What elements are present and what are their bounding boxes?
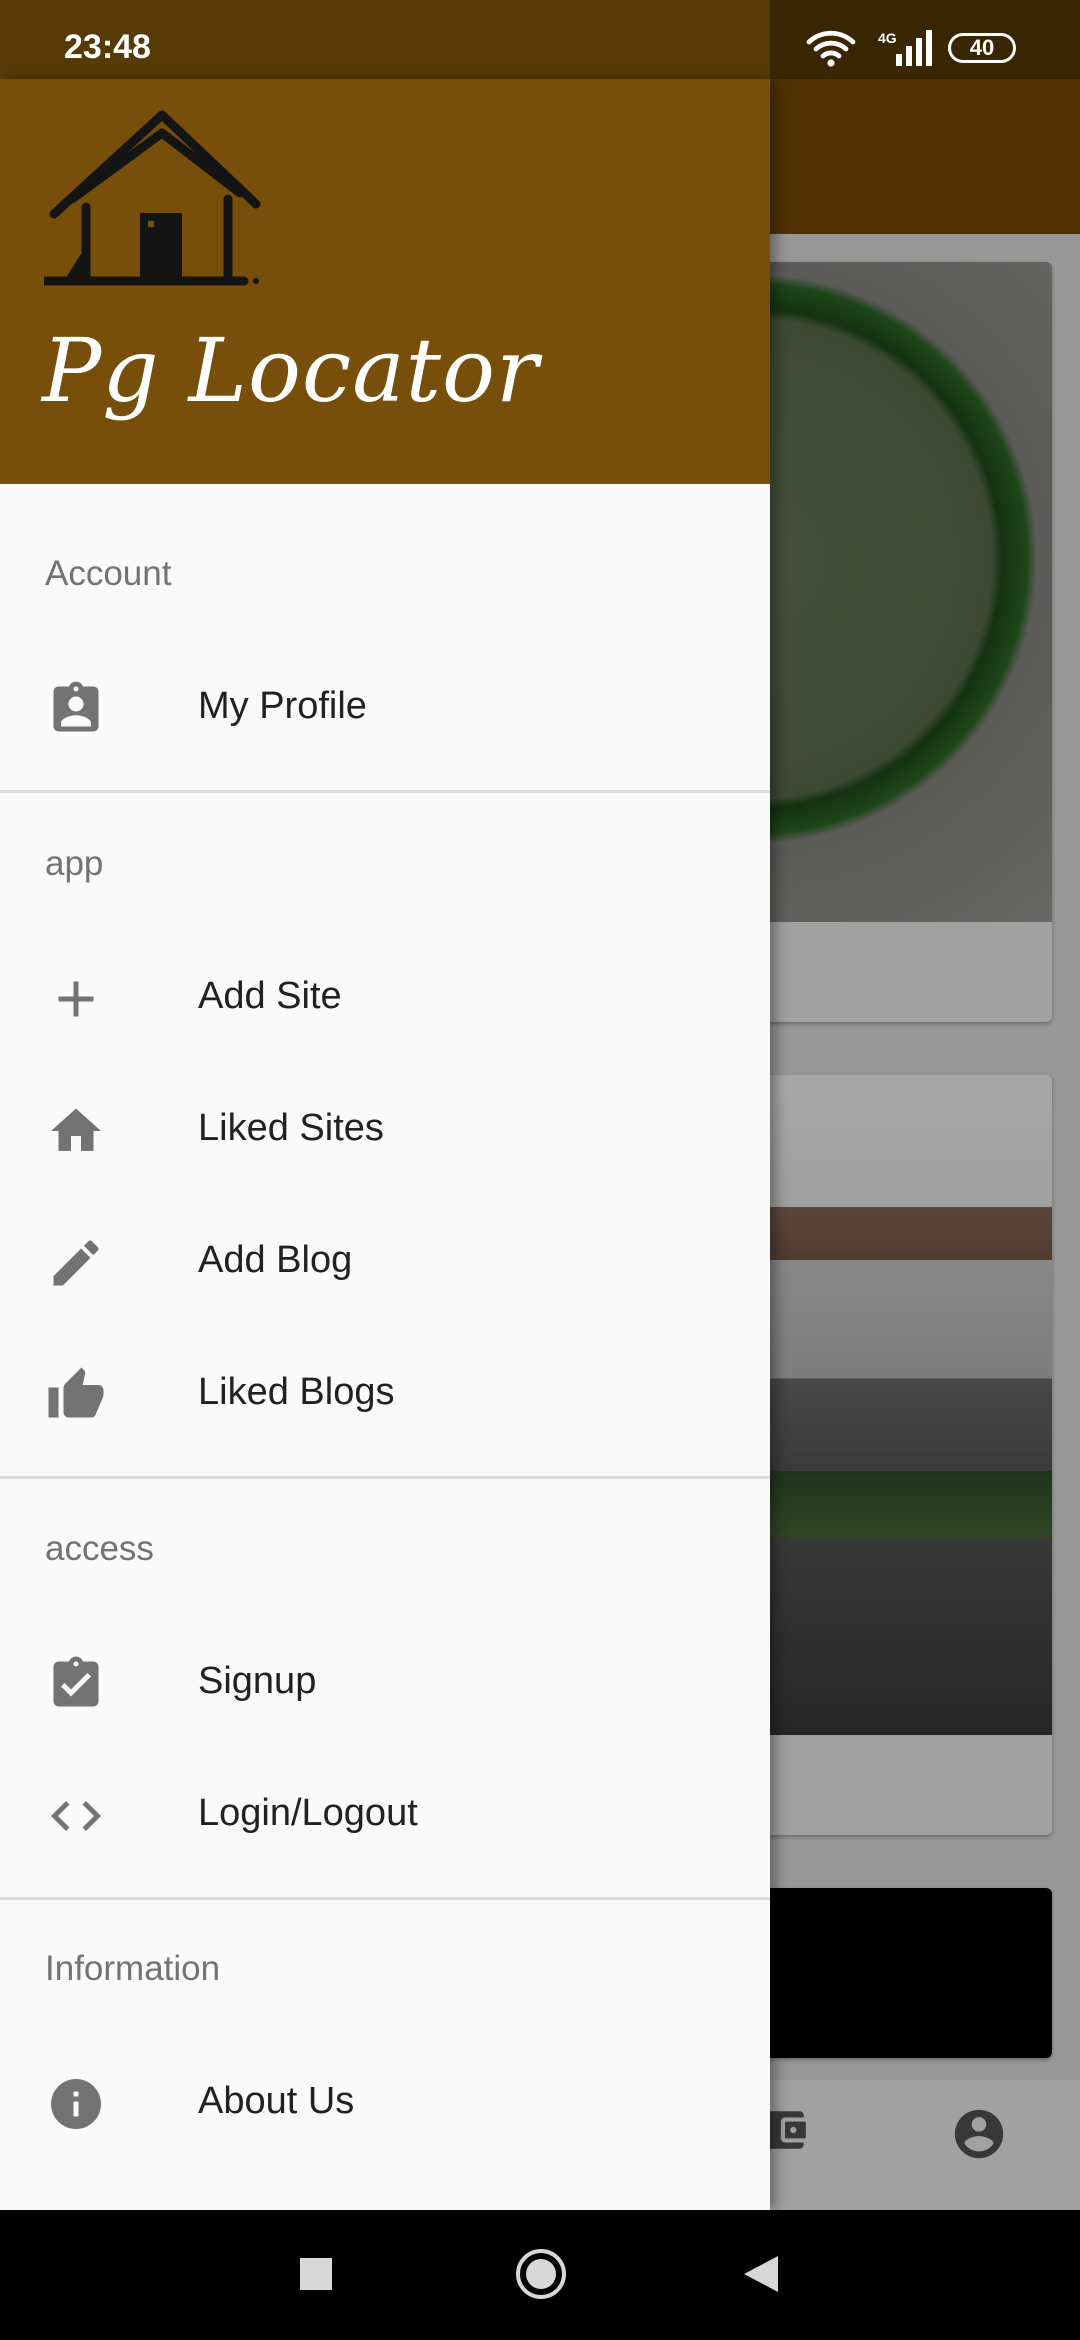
section-title-information: Information bbox=[45, 1949, 221, 1988]
menu-item-liked-blogs[interactable]: Liked Blogs bbox=[0, 1325, 770, 1457]
signal-strength-icon bbox=[896, 30, 932, 66]
menu-item-my-profile[interactable]: My Profile bbox=[0, 639, 770, 771]
wifi-icon bbox=[806, 30, 856, 67]
app-name: Pg Locator bbox=[42, 319, 540, 422]
code-icon bbox=[51, 1801, 101, 1831]
thumb-up-icon bbox=[48, 1367, 104, 1418]
home-icon bbox=[51, 1108, 101, 1151]
section-title-account: Account bbox=[45, 554, 172, 593]
divider bbox=[0, 1476, 770, 1479]
section-title-access: access bbox=[45, 1529, 154, 1568]
menu-item-add-site[interactable]: Add Site bbox=[0, 929, 770, 1061]
status-time: 23:48 bbox=[64, 28, 151, 66]
account-box-icon bbox=[53, 681, 99, 732]
house-logo-icon bbox=[44, 110, 261, 286]
menu-item-label: Liked Blogs bbox=[198, 1371, 395, 1413]
status-bar: 23:48 4G 40 bbox=[0, 0, 1080, 79]
menu-item-label: Signup bbox=[198, 1660, 317, 1702]
clipboard-check-icon bbox=[53, 1656, 99, 1707]
navigation-drawer: Pg Locator Account My Profile app Add Si… bbox=[0, 79, 770, 2210]
info-icon bbox=[51, 2079, 101, 2129]
drawer-header: Pg Locator bbox=[0, 79, 770, 484]
pencil-icon bbox=[53, 1240, 99, 1286]
recents-button-icon[interactable] bbox=[300, 2258, 332, 2290]
menu-item-label: Liked Sites bbox=[198, 1107, 384, 1149]
menu-item-liked-sites[interactable]: Liked Sites bbox=[0, 1061, 770, 1193]
menu-item-login-logout[interactable]: Login/Logout bbox=[0, 1746, 770, 1878]
plus-icon bbox=[58, 981, 94, 1017]
menu-item-label: Add Blog bbox=[198, 1239, 353, 1281]
menu-item-signup[interactable]: Signup bbox=[0, 1614, 770, 1746]
home-button-icon[interactable] bbox=[514, 2247, 568, 2301]
divider bbox=[0, 790, 770, 793]
back-button-icon[interactable] bbox=[742, 2254, 780, 2294]
section-title-app: app bbox=[45, 844, 104, 883]
battery-indicator: 40 bbox=[948, 33, 1016, 63]
menu-item-add-blog[interactable]: Add Blog bbox=[0, 1193, 770, 1325]
menu-item-label: About Us bbox=[198, 2080, 355, 2122]
menu-item-label: My Profile bbox=[198, 685, 367, 727]
menu-item-label: Add Site bbox=[198, 975, 342, 1017]
divider bbox=[0, 1897, 770, 1900]
menu-item-about-us[interactable]: About Us bbox=[0, 2034, 770, 2166]
menu-item-label: Login/Logout bbox=[198, 1792, 418, 1834]
